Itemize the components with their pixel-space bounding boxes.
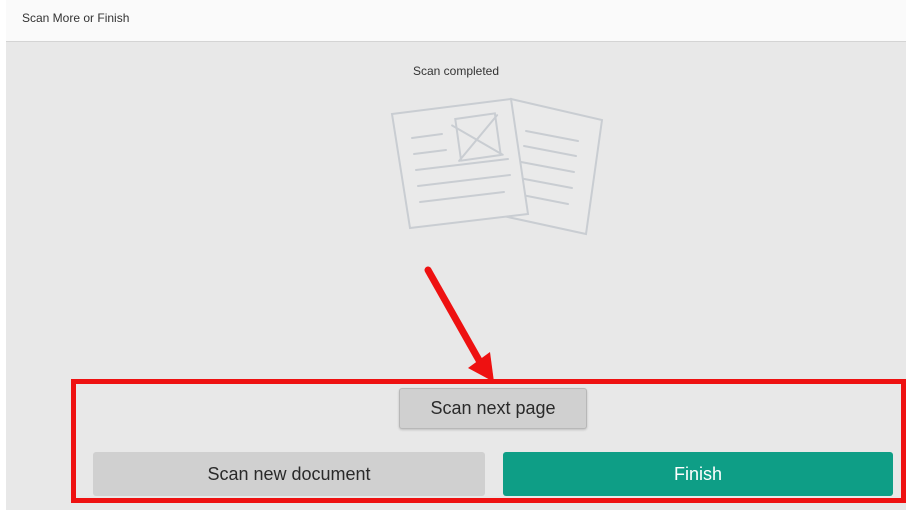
window-title: Scan More or Finish	[22, 11, 130, 25]
scanned-documents-icon	[390, 97, 604, 236]
scan-new-document-button[interactable]: Scan new document	[93, 452, 485, 496]
finish-button[interactable]: Finish	[503, 452, 893, 496]
title-bar: Scan More or Finish	[6, 0, 906, 42]
scan-status-text: Scan completed	[412, 64, 500, 78]
scan-next-page-button[interactable]: Scan next page	[399, 388, 587, 429]
